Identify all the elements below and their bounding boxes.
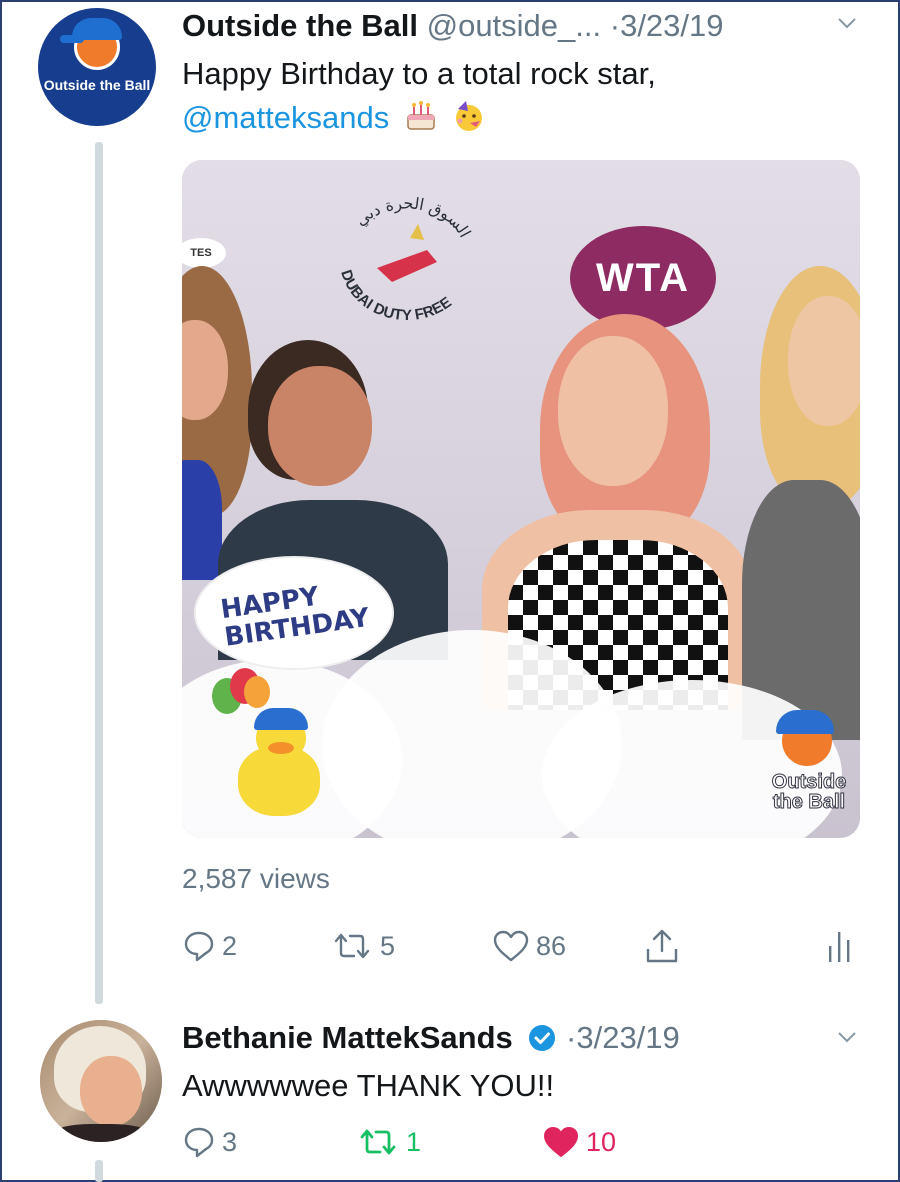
watermark-cap-icon xyxy=(776,710,834,734)
heart-filled-icon xyxy=(544,1127,578,1157)
cap-brim-logo xyxy=(60,35,84,43)
separator-dot: · xyxy=(566,1020,577,1055)
like-button[interactable]: 86 xyxy=(492,926,566,966)
tweet-header: Outside the Ball @outside_... ·3/23/19 xyxy=(182,6,872,46)
view-count: 2,587 views xyxy=(182,863,330,894)
separator-dot: · xyxy=(609,8,621,43)
chevron-down-icon[interactable] xyxy=(836,1026,858,1048)
retweet-button[interactable]: 1 xyxy=(356,1122,421,1162)
chevron-down-icon[interactable] xyxy=(836,12,858,34)
avatar-face xyxy=(80,1056,142,1126)
duck-beak xyxy=(268,742,294,754)
reply-count: 2 xyxy=(222,930,238,961)
person-right-face xyxy=(788,296,860,426)
avatar-shirt xyxy=(50,1124,152,1142)
tweet-text-line: Happy Birthday to a total rock star, xyxy=(182,56,656,91)
avatar-bethanie-matteksands[interactable] xyxy=(40,1020,162,1142)
like-button[interactable]: 10 xyxy=(542,1122,616,1162)
author-handle[interactable]: @outside_... xyxy=(427,8,602,43)
person-2-face xyxy=(268,366,372,486)
mention-link[interactable]: @matteksands xyxy=(182,100,389,135)
tweet-video-media[interactable]: TES DUBAI DUTY FREE السوق الحرة دبي WTA … xyxy=(182,160,860,838)
tweet-text: Happy Birthday to a total rock star, @ma… xyxy=(182,52,862,140)
person-3-face xyxy=(558,336,668,486)
verified-badge-icon xyxy=(529,1025,556,1051)
analytics-button[interactable] xyxy=(826,926,854,966)
retweet-count: 1 xyxy=(406,1126,422,1157)
dubai-duty-free-logo: DUBAI DUTY FREE السوق الحرة دبي xyxy=(337,193,474,324)
share-button[interactable] xyxy=(644,926,680,966)
watermark-text: Outside the Ball xyxy=(771,771,847,813)
reply-icon xyxy=(184,1127,214,1158)
tweet-text-line-2: @matteksands xyxy=(182,96,862,140)
duck-cap xyxy=(254,708,308,730)
retweet-icon xyxy=(360,1129,396,1155)
like-count: 10 xyxy=(586,1126,617,1157)
retweet-button[interactable]: 5 xyxy=(330,926,395,966)
tweet-date[interactable]: 3/23/19 xyxy=(576,1020,679,1055)
birthday-cake-emoji-icon xyxy=(407,101,435,130)
author-name[interactable]: Outside the Ball xyxy=(182,8,418,43)
reply-icon xyxy=(184,931,214,962)
wta-logo: WTA xyxy=(570,226,716,330)
heart-icon xyxy=(493,930,529,962)
like-count: 86 xyxy=(536,930,567,961)
reply-count: 3 xyxy=(222,1126,238,1157)
share-icon xyxy=(646,929,678,963)
thread-line-continuation xyxy=(95,1160,103,1182)
tweet-date[interactable]: 3/23/19 xyxy=(620,8,723,43)
thread-line xyxy=(95,142,103,1004)
partying-face-emoji-icon xyxy=(456,101,483,131)
reply-button[interactable]: 2 xyxy=(182,926,237,966)
person-left-torso xyxy=(182,460,222,580)
retweet-count: 5 xyxy=(380,930,396,961)
avatar-logo-text: Outside the Ball xyxy=(43,77,151,93)
author-name[interactable]: Bethanie MattekSands xyxy=(182,1020,513,1055)
tweet-header: Bethanie MattekSands ·3/23/19 xyxy=(182,1016,872,1060)
analytics-icon xyxy=(829,932,850,962)
tweet-text: Awwwwwee THANK YOU!! xyxy=(182,1068,555,1103)
reply-button[interactable]: 3 xyxy=(182,1122,237,1162)
balloon-icon xyxy=(244,676,270,708)
avatar-outside-the-ball[interactable]: Outside the Ball xyxy=(38,8,156,126)
retweet-icon xyxy=(334,933,370,959)
